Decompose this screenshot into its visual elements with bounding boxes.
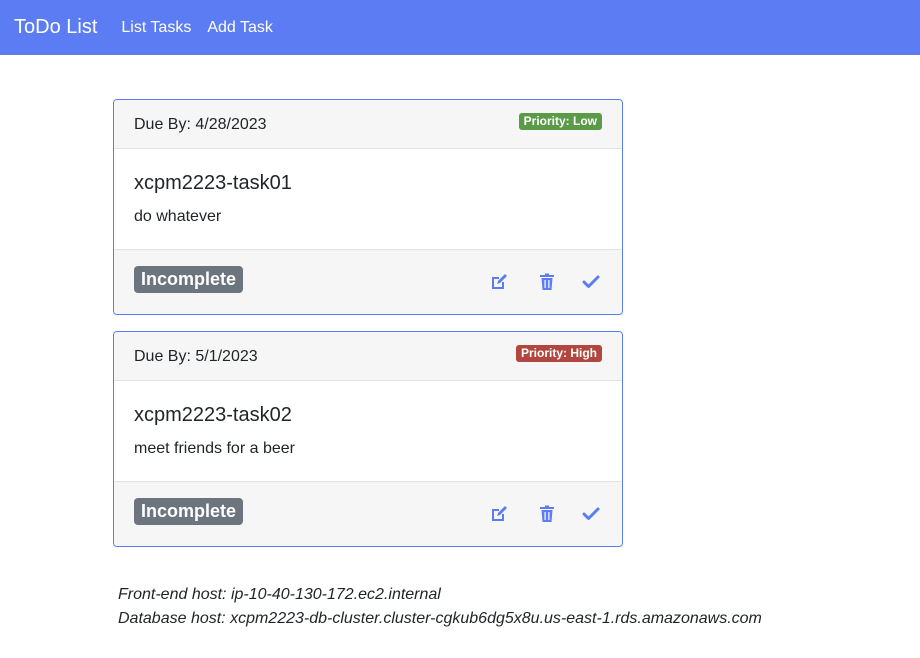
frontend-host: Front-end host: ip-10-40-130-172.ec2.int… — [118, 586, 441, 603]
nav-link-add-task[interactable]: Add Task — [207, 19, 273, 37]
check-icon[interactable] — [581, 272, 601, 292]
task-title: xcpm2223-task01 — [134, 172, 292, 194]
due-date: Due By: 4/28/2023 — [134, 116, 267, 133]
task-card-footer: Incomplete — [114, 250, 622, 314]
priority-badge: Priority: Low — [518, 113, 602, 130]
status-badge: Incomplete — [134, 266, 244, 293]
task-card-body: xcpm2223-task02 meet friends for a beer — [114, 381, 622, 482]
task-description: do whatever — [134, 208, 222, 225]
database-host: Database host: xcpm2223-db-cluster.clust… — [118, 610, 762, 627]
edit-icon[interactable] — [489, 272, 509, 292]
edit-icon[interactable] — [489, 504, 509, 524]
task-title: xcpm2223-task02 — [134, 404, 292, 426]
task-card: Due By: 5/1/2023 Priority: High xcpm2223… — [113, 331, 623, 547]
navbar-brand[interactable]: ToDo List — [14, 16, 97, 39]
task-card-body: xcpm2223-task01 do whatever — [114, 149, 622, 250]
task-card-header: Due By: 5/1/2023 Priority: High — [114, 332, 622, 381]
trash-icon[interactable] — [537, 504, 557, 524]
nav-link-list-tasks[interactable]: List Tasks — [121, 19, 191, 37]
due-date: Due By: 5/1/2023 — [134, 348, 258, 365]
task-card: Due By: 4/28/2023 Priority: Low xcpm2223… — [113, 99, 623, 315]
task-description: meet friends for a beer — [134, 440, 295, 457]
task-card-footer: Incomplete — [114, 482, 622, 546]
navbar: ToDo List List Tasks Add Task — [0, 0, 920, 55]
check-icon[interactable] — [581, 504, 601, 524]
task-card-header: Due By: 4/28/2023 Priority: Low — [114, 100, 622, 149]
priority-badge: Priority: High — [515, 345, 602, 362]
status-badge: Incomplete — [134, 498, 244, 525]
trash-icon[interactable] — [537, 272, 557, 292]
